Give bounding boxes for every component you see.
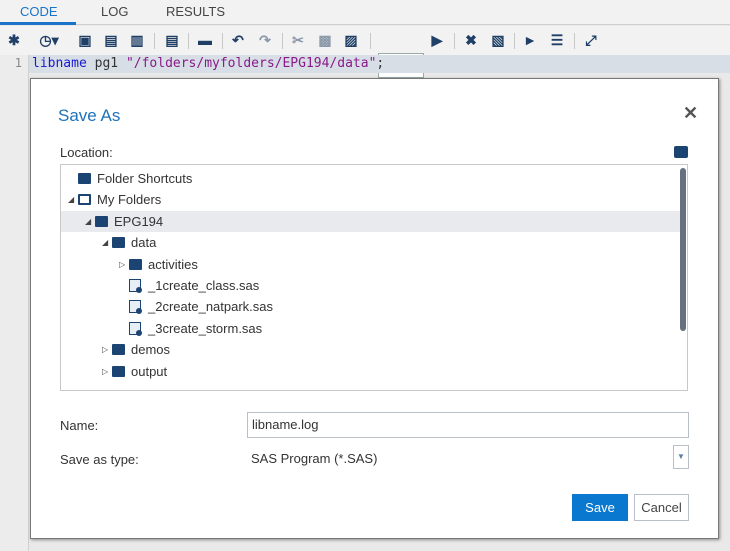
tree-item-label: EPG194 — [114, 213, 164, 229]
name-input[interactable]: libname.log — [247, 412, 689, 438]
expand-arrow-icon[interactable]: ▷ — [102, 339, 108, 360]
cancel-button[interactable]: Cancel — [634, 494, 689, 521]
type-label: Save as type: — [60, 452, 139, 467]
print-icon[interactable]: ▬ — [196, 31, 214, 49]
name-label: Name: — [60, 418, 99, 433]
close-icon[interactable]: ✕ — [683, 103, 698, 124]
run-icon[interactable]: ✱ — [5, 31, 23, 49]
tree-item-label: data — [131, 235, 157, 251]
save-copy-icon[interactable]: ▥ — [128, 31, 146, 49]
tree-item[interactable]: ▷ activities — [61, 254, 681, 275]
tab-code[interactable]: CODE — [20, 4, 58, 19]
tree-item-label: output — [131, 363, 168, 379]
save-as-icon[interactable]: ▤ — [102, 31, 120, 49]
tree-scrollbar[interactable] — [680, 168, 686, 331]
paste-icon[interactable]: ▨ — [342, 31, 360, 49]
go-icon[interactable]: ▶ — [428, 31, 446, 49]
folder-shortcut-icon — [78, 173, 91, 184]
tab-bar: CODE LOG RESULTS — [0, 0, 730, 25]
chevron-down-icon[interactable]: ▼ — [673, 445, 689, 469]
folder-icon — [112, 344, 125, 356]
folder-icon — [129, 258, 142, 270]
maximize-icon[interactable]: ⤢ — [582, 31, 600, 49]
toolbar: ✱ ◷▾ ▣ ▤ ▥ ▤ ▬ ↶ ↷ ✂ ▩ ▨ Line # ▶ ✖ ▧ ► … — [0, 26, 730, 78]
redo-icon[interactable]: ↷ — [256, 31, 274, 49]
tree-item[interactable]: ◢ data — [61, 232, 681, 253]
editor-gutter — [0, 55, 29, 551]
tree-item-label: _1create_class.sas — [148, 278, 260, 293]
dialog-title: Save As — [58, 106, 121, 125]
tree-item-label: Folder Shortcuts — [97, 171, 193, 186]
tree-item-label: My Folders — [97, 192, 162, 208]
new-folder-icon[interactable] — [674, 146, 688, 158]
find-icon[interactable]: ▧ — [489, 31, 507, 49]
save-icon[interactable]: ▣ — [76, 31, 94, 49]
tab-log[interactable]: LOG — [101, 4, 128, 19]
submit-line-icon[interactable]: ► — [521, 31, 539, 49]
save-as-dialog: Save As ✕ Location: ▷ output ▷ demos _3creat… — [30, 78, 719, 539]
tree-item[interactable]: _3create_storm.sas — [61, 318, 681, 339]
tree-item-label: activities — [148, 256, 198, 272]
tree-item-label: _2create_natpark.sas — [148, 299, 274, 315]
collapse-arrow-icon[interactable]: ◢ — [85, 211, 91, 232]
collapse-arrow-icon[interactable]: ◢ — [68, 189, 74, 210]
history-icon[interactable]: ◷▾ — [36, 31, 62, 49]
type-select-value[interactable]: SAS Program (*.SAS) — [251, 451, 377, 466]
log-icon[interactable]: ▤ — [163, 31, 181, 49]
tree-item[interactable]: _1create_class.sas — [61, 275, 681, 296]
location-tree[interactable]: ▷ output ▷ demos _3create_storm.sas _2create_… — [60, 164, 688, 391]
code-libref: pg1 — [86, 56, 126, 71]
code-line[interactable]: libname pg1 "/folders/myfolders/EPG194/d… — [29, 55, 730, 73]
tab-results[interactable]: RESULTS — [166, 4, 225, 19]
format-icon[interactable]: ☰ — [548, 31, 566, 49]
folder-icon — [78, 194, 91, 206]
tree-item[interactable]: ◢ EPG194 — [61, 210, 681, 232]
tree-item-label: _3create_storm.sas — [148, 320, 263, 336]
location-label: Location: — [60, 145, 113, 160]
tree-item[interactable]: ◢ My Folders — [61, 189, 681, 210]
folder-icon — [112, 365, 125, 377]
sas-file-icon — [129, 321, 142, 336]
code-string: "/folders/myfolders/EPG194/data" — [125, 56, 377, 71]
folder-icon — [112, 237, 125, 249]
code-keyword: libname — [32, 56, 87, 71]
folder-icon — [95, 215, 108, 227]
active-tab-indicator — [0, 22, 76, 25]
collapse-arrow-icon[interactable]: ◢ — [102, 232, 108, 253]
code-semicolon: ; — [376, 56, 385, 71]
tree-item-label: demos — [131, 342, 171, 358]
expand-arrow-icon[interactable]: ▷ — [119, 254, 125, 275]
save-button[interactable]: Save — [572, 494, 628, 521]
copy-icon[interactable]: ▩ — [316, 31, 334, 49]
expand-arrow-icon[interactable]: ▷ — [102, 361, 108, 382]
line-number: 1 — [14, 56, 22, 70]
undo-icon[interactable]: ↶ — [229, 31, 247, 49]
sas-file-icon — [129, 300, 142, 315]
sas-file-icon — [129, 279, 142, 293]
cut-icon[interactable]: ✂ — [289, 31, 307, 49]
tree-item[interactable]: ▷ output — [61, 361, 681, 382]
clear-icon[interactable]: ✖ — [462, 31, 480, 49]
tree-item[interactable]: Folder Shortcuts — [61, 168, 681, 189]
tree-item[interactable]: ▷ demos — [61, 339, 681, 360]
tree-item[interactable]: _2create_natpark.sas — [61, 296, 681, 317]
